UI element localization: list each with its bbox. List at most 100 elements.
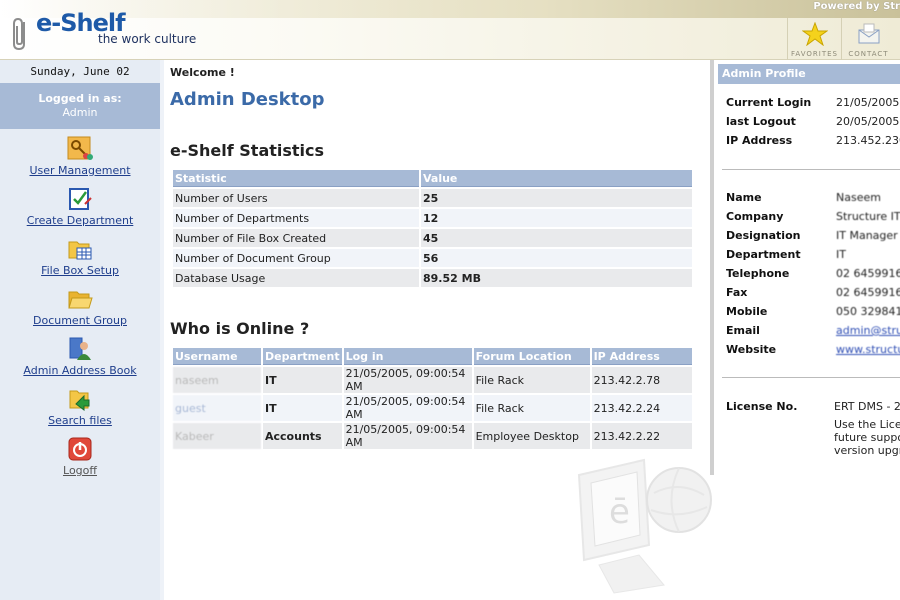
field-label: Department	[726, 248, 801, 261]
contact-label: CONTACT	[848, 50, 889, 58]
admin-address-book-link[interactable]: Admin Address Book	[0, 364, 160, 377]
license-note-line: future suppor	[834, 431, 900, 444]
stat-label: Number of Departments	[173, 209, 419, 227]
powered-by-text: Powered by Str	[813, 1, 900, 12]
online-login: 21/05/2005, 09:00:54 AM	[343, 395, 472, 421]
stat-value: 25	[421, 189, 692, 207]
license-note-line: Use the Licens	[834, 418, 900, 431]
sidebar-item-user-management[interactable]: User Management	[0, 136, 160, 177]
stat-value: 45	[421, 229, 692, 247]
field-value: 213.452.230.	[836, 134, 900, 147]
stat-label: Number of Document Group	[173, 249, 419, 267]
stats-heading: e-Shelf Statistics	[170, 141, 325, 160]
stat-value: 56	[421, 249, 692, 267]
sidebar-item-admin-address-book[interactable]: Admin Address Book	[0, 336, 160, 377]
user-management-link[interactable]: User Management	[0, 164, 160, 177]
profile-current-login: Current Login 21/05/2005, 0	[726, 96, 900, 115]
field-label: last Logout	[726, 115, 796, 128]
stats-col-value: Value	[421, 170, 692, 187]
field-value: 02 6459916	[836, 267, 900, 280]
online-col-department: Department	[263, 348, 342, 365]
sidebar-item-search-files[interactable]: Search files	[0, 386, 160, 427]
stat-label: Number of File Box Created	[173, 229, 419, 247]
envelope-icon	[858, 23, 879, 44]
sidebar: Sunday, June 02 Logged in as: Admin User…	[0, 60, 164, 600]
table-row: Number of File Box Created 45	[173, 229, 692, 247]
online-login: 21/05/2005, 09:00:54 AM	[343, 367, 472, 393]
field-label: License No.	[726, 400, 798, 413]
online-username: Kabeer	[173, 423, 261, 449]
online-department: IT	[263, 367, 342, 393]
stat-value: 12	[421, 209, 692, 227]
stat-label: Database Usage	[173, 269, 419, 287]
profile-department: Department IT	[726, 248, 900, 267]
email-link[interactable]: admin@struct	[836, 324, 900, 337]
sidebar-item-file-box-setup[interactable]: File Box Setup	[0, 236, 160, 277]
table-row[interactable]: guest IT 21/05/2005, 09:00:54 AM File Ra…	[173, 395, 692, 421]
field-label: Designation	[726, 229, 801, 242]
field-label: Current Login	[726, 96, 812, 109]
sidebar-item-create-department[interactable]: Create Department	[0, 186, 160, 227]
online-forum-location: File Rack	[473, 367, 590, 393]
table-row: Number of Document Group 56	[173, 249, 692, 267]
sidebar-item-logoff[interactable]: Logoff	[0, 436, 160, 477]
field-value: 21/05/2005, 0	[836, 96, 900, 109]
brand-tagline: the work culture	[98, 32, 197, 46]
online-department: Accounts	[263, 423, 342, 449]
vertical-scrollbar[interactable]	[710, 60, 714, 475]
power-icon	[68, 437, 92, 461]
profile-ip-address: IP Address 213.452.230.	[726, 134, 900, 153]
profile-designation: Designation IT Manager	[726, 229, 900, 248]
online-col-forum-location: Forum Location	[473, 348, 590, 365]
online-col-login: Log in	[343, 348, 472, 365]
online-login: 21/05/2005, 09:00:54 AM	[343, 423, 472, 449]
stat-value: 89.52 MB	[421, 269, 692, 287]
online-ip: 213.42.2.22	[591, 423, 692, 449]
create-department-link[interactable]: Create Department	[0, 214, 160, 227]
profile-last-logout: last Logout 20/05/2005, 0	[726, 115, 900, 134]
paperclip-icon	[13, 17, 25, 51]
folder-grid-icon	[68, 241, 92, 260]
star-icon	[801, 22, 828, 46]
table-row: Number of Departments 12	[173, 209, 692, 227]
logoff-link[interactable]: Logoff	[0, 464, 160, 477]
field-value: 20/05/2005, 0	[836, 115, 900, 128]
page-title: Admin Desktop	[170, 89, 325, 110]
profile-telephone: Telephone 02 6459916	[726, 267, 900, 286]
profile-fax: Fax 02 6459916	[726, 286, 900, 305]
profile-license: License No. ERT DMS - 21	[726, 400, 900, 419]
online-username: guest	[173, 395, 261, 421]
field-label: Mobile	[726, 305, 768, 318]
profile-mobile: Mobile 050 3298413	[726, 305, 900, 324]
favorites-button[interactable]: FAVORITES	[787, 18, 841, 60]
stats-col-statistic: Statistic	[173, 170, 419, 187]
document-group-link[interactable]: Document Group	[0, 314, 160, 327]
field-label: Telephone	[726, 267, 790, 280]
license-note-line: version upgra	[834, 444, 900, 457]
table-row[interactable]: Kabeer Accounts 21/05/2005, 09:00:54 AM …	[173, 423, 692, 449]
file-box-setup-link[interactable]: File Box Setup	[0, 264, 160, 277]
stats-table: Statistic Value Number of Users 25 Numbe…	[171, 168, 694, 289]
field-label: Fax	[726, 286, 748, 299]
table-row[interactable]: naseem IT 21/05/2005, 09:00:54 AM File R…	[173, 367, 692, 393]
profile-email: Email admin@struct	[726, 324, 900, 343]
sidebar-item-document-group[interactable]: Document Group	[0, 286, 160, 327]
main-content: Welcome ! Admin Desktop e-Shelf Statisti…	[164, 60, 712, 600]
website-link[interactable]: www.structur	[836, 343, 900, 356]
stat-label: Number of Users	[173, 189, 419, 207]
logged-in-label: Logged in as:	[38, 92, 122, 105]
field-value: 02 6459916	[836, 286, 900, 299]
contact-button[interactable]: CONTACT	[841, 18, 895, 60]
folder-open-icon	[68, 291, 93, 309]
eshelf-logo[interactable]: e-Shelf the work culture	[8, 9, 198, 56]
field-value: IT	[836, 248, 846, 261]
online-forum-location: File Rack	[473, 395, 590, 421]
svg-text:ē: ē	[609, 492, 630, 532]
online-header-row: Username Department Log in Forum Locatio…	[173, 348, 692, 365]
table-row: Database Usage 89.52 MB	[173, 269, 692, 287]
profile-name: Name Naseem	[726, 191, 900, 210]
key-users-icon	[67, 136, 93, 160]
checklist-icon	[69, 188, 92, 210]
field-value: 050 3298413	[836, 305, 900, 318]
search-files-link[interactable]: Search files	[0, 414, 160, 427]
